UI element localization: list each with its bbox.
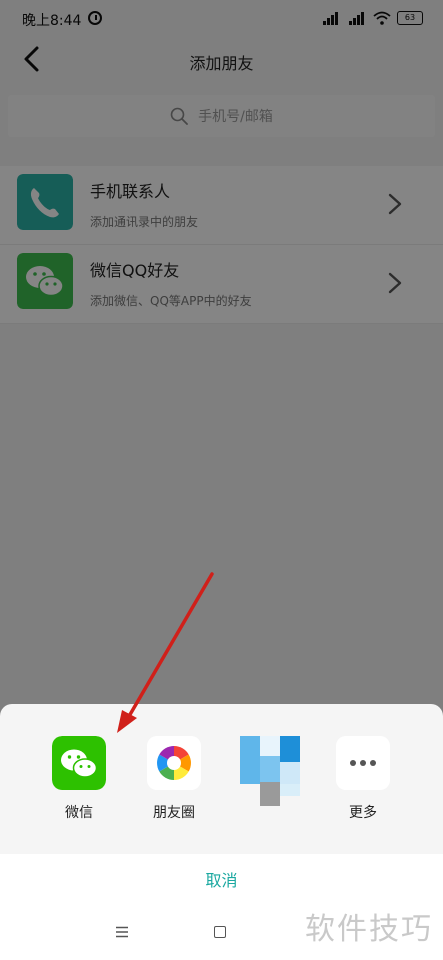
- share-wechat-button[interactable]: 微信: [37, 736, 121, 822]
- blurred-app-icon: [240, 736, 300, 806]
- cancel-button[interactable]: 取消: [0, 854, 443, 908]
- more-icon: [336, 736, 390, 790]
- share-label: 更多: [349, 805, 377, 821]
- add-friend-page: 晚上8:44 63 添加朋友 手机号/邮箱 手机联系人 添加通讯录中的朋友 微信…: [0, 0, 443, 960]
- share-sheet: 微信 朋友圈 更多 取消 软件技巧: [0, 704, 443, 960]
- share-blurred-app-button[interactable]: [228, 736, 312, 818]
- share-label: 微信: [65, 805, 93, 821]
- share-label: 朋友圈: [153, 805, 195, 821]
- share-moments-button[interactable]: 朋友圈: [132, 736, 216, 822]
- share-more-button[interactable]: 更多: [321, 736, 405, 822]
- menu-icon[interactable]: [115, 926, 129, 938]
- home-icon[interactable]: [214, 926, 226, 938]
- share-options: 微信 朋友圈 更多: [0, 736, 443, 836]
- moments-icon: [147, 736, 201, 790]
- wechat-icon: [52, 736, 106, 790]
- watermark: 软件技巧: [305, 912, 433, 947]
